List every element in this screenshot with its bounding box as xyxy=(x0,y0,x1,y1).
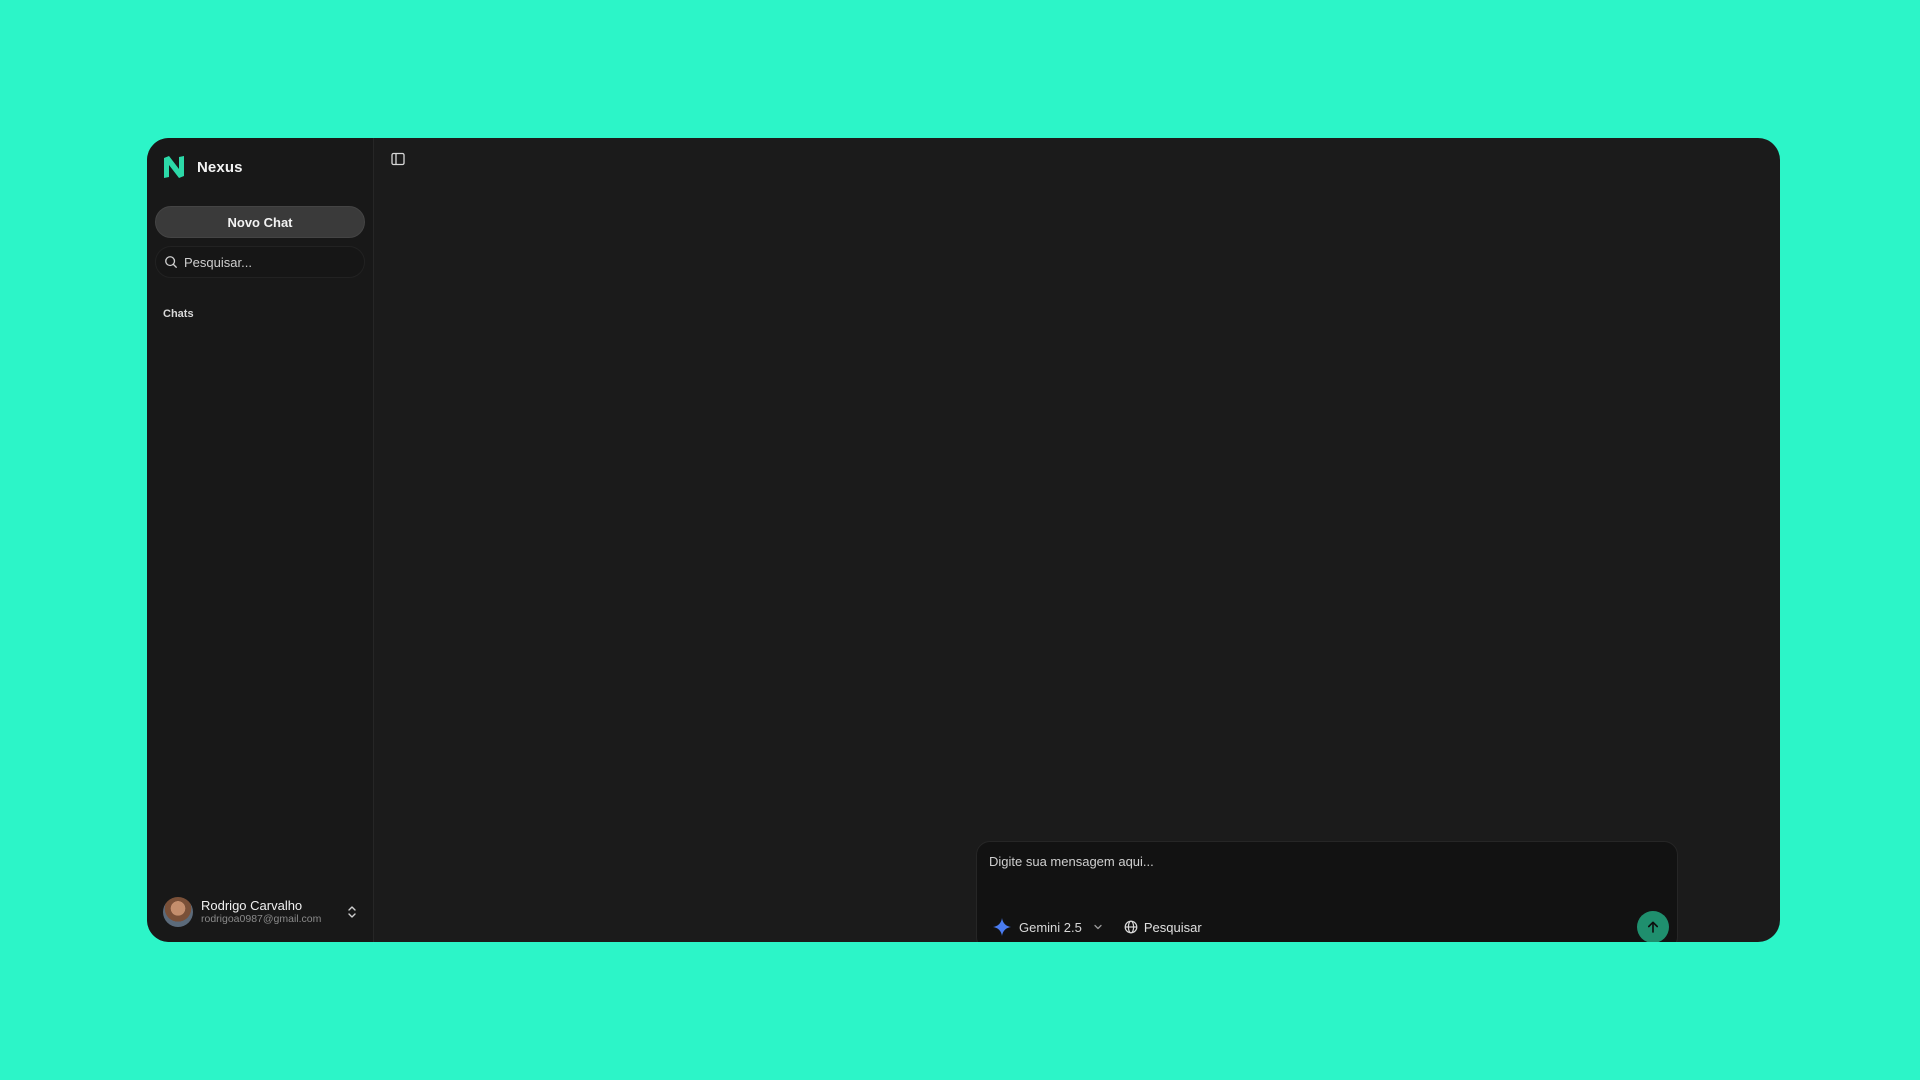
message-composer: Gemini 2.5 Pesquisar xyxy=(976,841,1678,942)
sparkle-icon xyxy=(993,918,1011,936)
arrow-up-icon xyxy=(1647,921,1658,933)
composer-toolbar: Gemini 2.5 Pesquisar xyxy=(993,911,1669,942)
send-button[interactable] xyxy=(1637,911,1669,942)
web-search-toggle[interactable]: Pesquisar xyxy=(1124,920,1202,935)
app-window: Nexus Novo Chat Chats Rodrigo Carvalho r… xyxy=(147,138,1780,942)
brand[interactable]: Nexus xyxy=(155,138,365,196)
sidebar-toggle-button[interactable] xyxy=(389,150,407,168)
sidebar-search[interactable] xyxy=(155,246,365,278)
model-label: Gemini 2.5 xyxy=(1019,919,1082,935)
avatar xyxy=(163,897,193,927)
chats-section-label: Chats xyxy=(163,308,194,320)
search-input[interactable] xyxy=(184,254,356,270)
user-info: Rodrigo Carvalho rodrigoa0987@gmail.com xyxy=(201,897,337,926)
user-name: Rodrigo Carvalho xyxy=(201,897,303,913)
model-selector[interactable]: Gemini 2.5 xyxy=(993,918,1104,936)
user-card[interactable]: Rodrigo Carvalho rodrigoa0987@gmail.com xyxy=(155,892,365,932)
search-icon xyxy=(165,256,177,268)
nexus-logo-icon xyxy=(164,156,184,178)
user-email: rodrigoa0987@gmail.com xyxy=(201,913,322,926)
app-name: Nexus xyxy=(197,158,243,176)
sidebar-toggle-icon xyxy=(391,152,405,166)
new-chat-button[interactable]: Novo Chat xyxy=(155,206,365,238)
main-area: Gemini 2.5 Pesquisar xyxy=(374,138,1780,942)
chevron-up-down-icon[interactable] xyxy=(345,905,359,919)
globe-icon xyxy=(1124,920,1138,934)
chevron-down-icon xyxy=(1094,924,1102,930)
web-search-label: Pesquisar xyxy=(1143,919,1202,935)
message-input[interactable] xyxy=(989,854,1665,869)
sidebar: Nexus Novo Chat Chats Rodrigo Carvalho r… xyxy=(147,138,374,942)
